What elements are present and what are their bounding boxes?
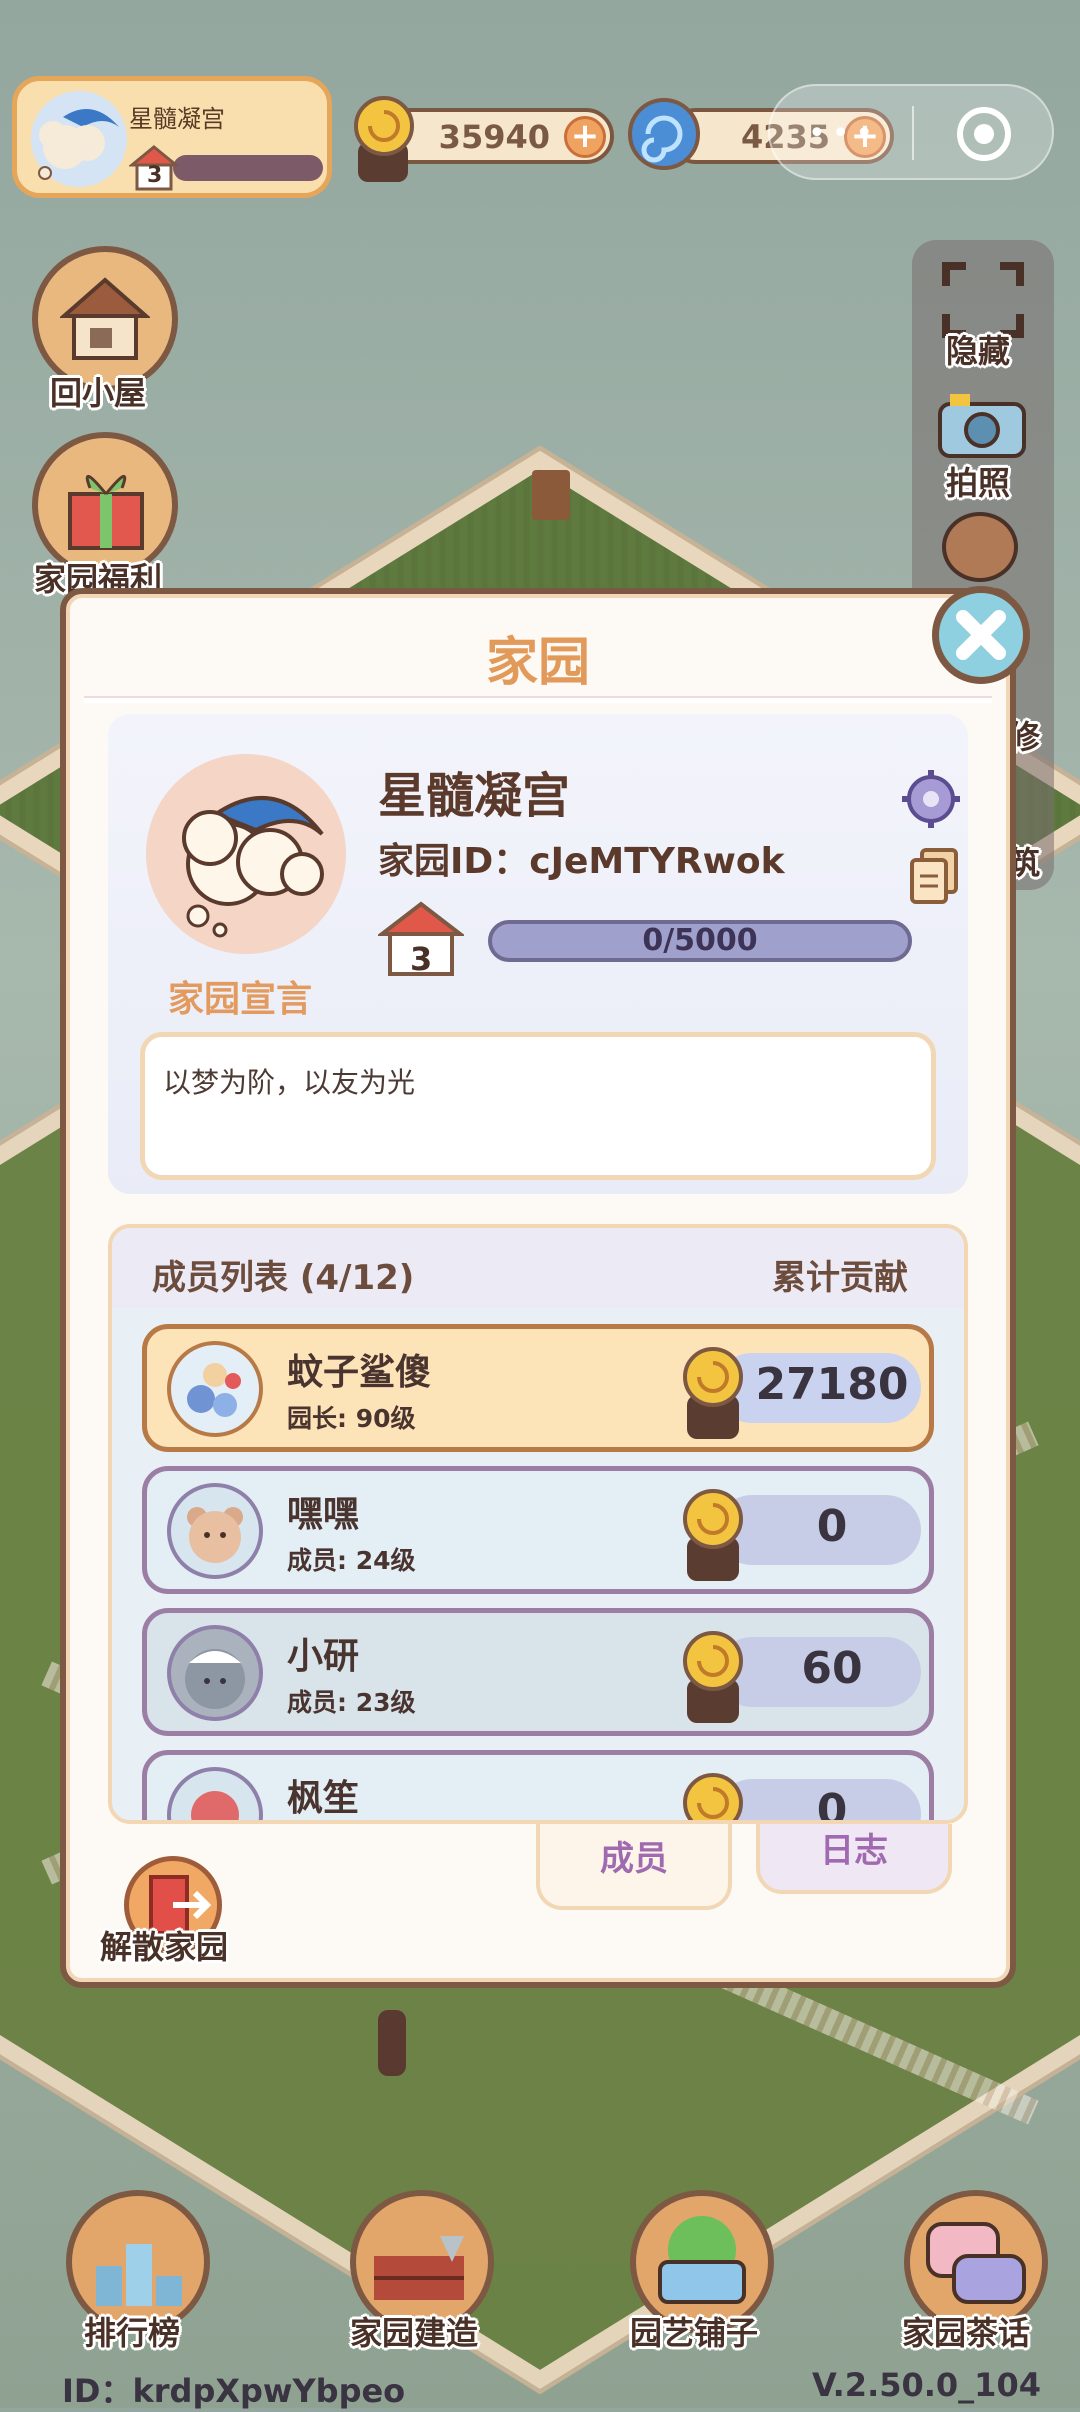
manifesto-box[interactable]: 以梦为阶，以友为光: [140, 1032, 936, 1180]
member-role: 成员: 23级: [287, 1688, 416, 1717]
member-avatar: [167, 1767, 263, 1820]
version-text: V.2.50.0_104: [812, 2366, 1041, 2404]
home-emblem-icon: [182, 796, 324, 938]
home-exp-bar: 0/5000: [488, 920, 912, 962]
hide-label[interactable]: 隐藏: [946, 326, 1010, 372]
close-modal-button[interactable]: [932, 586, 1030, 684]
leaderboard-label: 排行榜: [84, 2314, 181, 2352]
flower-avatar-icon: [187, 1363, 241, 1417]
signpost[interactable]: [532, 470, 570, 520]
home-name: 星髓凝宫: [378, 768, 571, 824]
member-contribution: 60: [801, 1643, 863, 1694]
member-name: 嘿嘿: [287, 1494, 360, 1535]
close-miniprogram-icon[interactable]: [956, 106, 1012, 162]
member-role: 成员: 24级: [287, 1546, 416, 1575]
home-emblem-icon: [31, 91, 127, 187]
home-modal: 家园 星髓凝宫 家园ID：cJeMTYRwok 3 0/5000 家园宣言 以梦…: [60, 588, 1016, 1988]
snail-coin-icon: [683, 1489, 743, 1581]
member-list-card: 成员列表 (4/12) 累计贡献 蚊子鲨傻 园长: 90级 27180 嘿嘿 成…: [108, 1224, 968, 1824]
snail-currency-value: 35940: [438, 118, 550, 156]
home-id-row: 家园ID：cJeMTYRwok: [378, 832, 785, 884]
miniprogram-capsule: •••: [768, 84, 1054, 180]
member-name: 蚊子鲨傻: [287, 1352, 432, 1393]
swirl-gem-icon: [628, 98, 700, 170]
member-avatar: [167, 1483, 263, 1579]
home-avatar[interactable]: [146, 754, 346, 954]
house-icon: [60, 277, 150, 360]
member-role: 园长: 90级: [287, 1404, 416, 1433]
member-contribution: 0: [816, 1785, 848, 1824]
member-row[interactable]: 枫笙 0: [142, 1750, 934, 1824]
member-name: 小研: [287, 1636, 360, 1677]
snail-coin-icon: [354, 96, 414, 182]
home-level-number: 3: [410, 940, 433, 978]
contribution-title: 累计贡献: [772, 1258, 908, 1298]
more-menu-icon[interactable]: •••: [808, 116, 879, 151]
tab-members[interactable]: 成员: [536, 1824, 732, 1910]
player-character[interactable]: [378, 2010, 406, 2076]
snail-coin-icon: [683, 1631, 743, 1723]
copy-icon[interactable]: [908, 846, 960, 906]
member-name: 枫笙: [287, 1778, 360, 1819]
modal-title: 家园: [485, 633, 590, 693]
character-icon[interactable]: [942, 512, 1018, 582]
member-contribution: 27180: [755, 1359, 909, 1410]
manifesto-label: 家园宣言: [168, 979, 313, 1020]
home-info-card: 星髓凝宫 家园ID：cJeMTYRwok 3 0/5000 家园宣言 以梦为阶，…: [108, 714, 968, 1194]
home-level-bar: [173, 155, 323, 181]
member-list-header: 成员列表 (4/12) 累计贡献: [112, 1228, 964, 1308]
home-build-label: 家园建造: [350, 2314, 479, 2352]
disband-home-label[interactable]: 解散家园: [100, 1922, 228, 1968]
member-row[interactable]: 嘿嘿 成员: 24级 0: [142, 1466, 934, 1594]
garden-shop-label: 园艺铺子: [630, 2314, 759, 2352]
home-level-number: 3: [147, 163, 163, 188]
settings-gear-icon[interactable]: [900, 768, 962, 830]
member-contribution: 0: [816, 1501, 848, 1552]
photo-label[interactable]: 拍照: [946, 458, 1010, 504]
paw-avatar-icon: [191, 1791, 239, 1820]
bear-avatar-icon: [187, 1507, 243, 1563]
home-badge[interactable]: 星髓凝宫 3: [12, 76, 332, 198]
capsule-divider: [912, 106, 914, 160]
member-row[interactable]: 蚊子鲨傻 园长: 90级 27180: [142, 1324, 934, 1452]
snail-coin-icon: [683, 1347, 743, 1439]
home-id-label: 家园ID：: [378, 841, 530, 882]
member-avatar: [167, 1625, 263, 1721]
camera-icon[interactable]: [936, 390, 1028, 460]
home-badge-name: 星髓凝宫: [129, 105, 225, 133]
cat-avatar-icon: [185, 1649, 245, 1709]
add-snail-button[interactable]: +: [564, 116, 606, 158]
member-row[interactable]: 小研 成员: 23级 60: [142, 1608, 934, 1736]
gift-icon: [68, 475, 144, 550]
manifesto-text: 以梦为阶，以友为光: [163, 1066, 416, 1099]
snail-coin-icon: [683, 1773, 743, 1820]
home-chat-label: 家园茶话: [902, 2314, 1031, 2352]
member-avatar: [167, 1341, 263, 1437]
title-divider: [84, 696, 992, 703]
close-icon: [956, 610, 1006, 660]
tab-log[interactable]: 日志: [756, 1824, 952, 1894]
home-id-value: cJeMTYRwok: [529, 841, 785, 882]
back-to-cabin-label: 回小屋: [50, 374, 147, 412]
member-list-title: 成员列表 (4/12): [152, 1258, 415, 1298]
home-exp-text: 0/5000: [642, 923, 758, 958]
user-id-text: ID：krdpXpwYbpeo: [62, 2372, 406, 2410]
